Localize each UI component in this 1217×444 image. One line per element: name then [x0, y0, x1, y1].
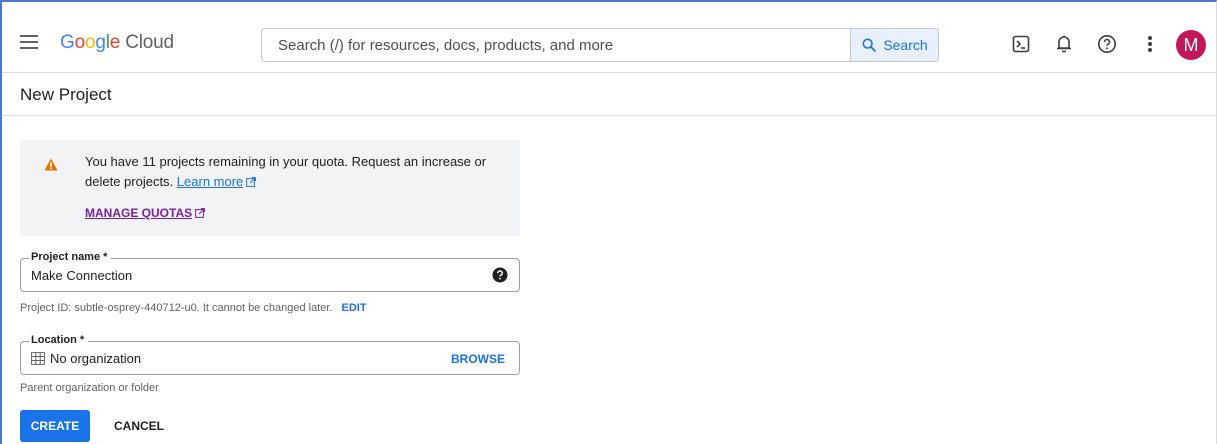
search-bar: Search [261, 28, 939, 62]
project-id-hint-row: Project ID: subtle-osprey-440712-u0. It … [20, 302, 367, 314]
project-name-value[interactable]: Make Connection [31, 268, 132, 283]
top-icon-group [1009, 32, 1181, 56]
warning-icon [44, 158, 58, 171]
learn-more-label: Learn more [176, 174, 244, 189]
cloud-shell-icon[interactable] [1009, 32, 1033, 56]
create-button[interactable]: CREATE [20, 410, 90, 442]
external-link-icon [246, 177, 257, 187]
app-window: Google Cloud Search (/) for resources, d… [0, 0, 1217, 444]
search-input[interactable] [262, 29, 847, 61]
more-vert-icon[interactable] [1138, 32, 1162, 56]
project-name-field[interactable]: Project name * Make Connection [20, 251, 520, 292]
quota-notice-text: You have 11 projects remaining in your q… [85, 154, 487, 189]
page-title: New Project [20, 85, 112, 104]
help-icon[interactable] [1095, 32, 1119, 56]
cancel-button[interactable]: CANCEL [104, 410, 174, 442]
project-id-hint: Project ID: subtle-osprey-440712-u0. It … [20, 302, 333, 314]
manage-quotas-link[interactable]: MANAGE QUOTAS [85, 206, 206, 220]
location-value-row: No organization [31, 351, 141, 366]
building-icon [31, 352, 45, 365]
location-field[interactable]: Location * No organization BROWSE [20, 334, 520, 375]
search-button[interactable]: Search [850, 29, 938, 61]
learn-more-link[interactable]: Learn more [176, 174, 257, 189]
logo-cloud-text: Cloud [125, 32, 174, 53]
location-hint: Parent organization or folder [20, 382, 159, 394]
top-bar: Google Cloud Search (/) for resources, d… [2, 2, 1216, 73]
manage-quotas-label: MANAGE QUOTAS [85, 206, 193, 220]
edit-project-id-link[interactable]: EDIT [342, 302, 367, 314]
google-cloud-logo[interactable]: Google Cloud [60, 32, 174, 54]
search-icon [862, 38, 877, 52]
location-value: No organization [50, 351, 142, 366]
quota-notice: You have 11 projects remaining in your q… [20, 140, 520, 236]
avatar[interactable]: M [1176, 30, 1206, 60]
avatar-initial: M [1183, 34, 1199, 55]
browse-button[interactable]: BROWSE [451, 352, 505, 366]
location-label: Location * [29, 334, 89, 346]
project-name-label: Project name * [29, 251, 112, 263]
search-button-label: Search [883, 37, 928, 53]
bell-icon[interactable] [1052, 32, 1076, 56]
quota-notice-text-block: You have 11 projects remaining in your q… [85, 152, 495, 192]
external-link-icon [195, 208, 206, 218]
page-header: New Project [2, 73, 1216, 116]
help-circle-icon[interactable] [492, 267, 508, 283]
menu-icon[interactable] [20, 35, 38, 49]
